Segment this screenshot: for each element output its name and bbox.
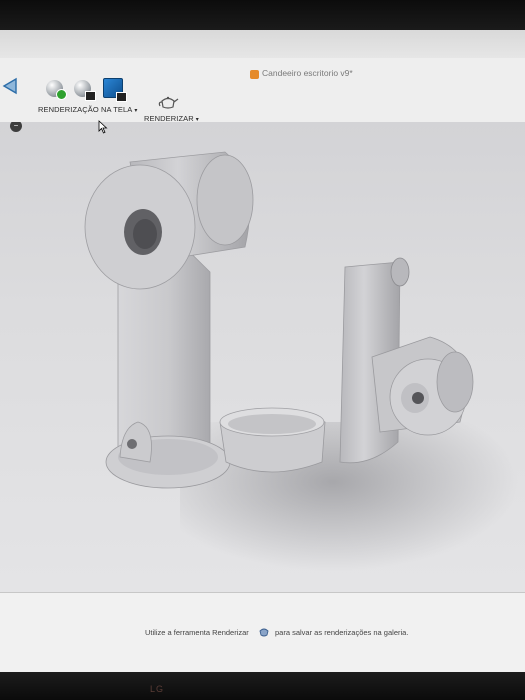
play-badge-icon [56, 89, 67, 100]
document-title: Candeeiro escritorio v9* [262, 68, 353, 78]
monitor-brand-logo: LG [150, 684, 165, 694]
in-canvas-render-menu[interactable]: RENDERIZAÇÃO NA TELA ▾ [38, 105, 138, 114]
lamp-model [84, 151, 474, 489]
capture-image-button[interactable] [103, 78, 127, 102]
render-hint-after: para salvar as renderizações na galeria. [275, 628, 409, 637]
canvas-viewport[interactable]: − [0, 122, 525, 592]
monitor-bezel-bottom: LG [0, 672, 525, 700]
render-hint-before: Utilize a ferramenta Renderizar [145, 628, 249, 637]
teapot-icon [259, 628, 269, 637]
save-badge-icon [116, 92, 127, 102]
document-icon [250, 70, 259, 79]
render-hint: Utilize a ferramenta Renderizar [145, 628, 249, 637]
title-bar [0, 30, 525, 58]
workspace-icon[interactable] [2, 76, 20, 98]
render-toolbar: RENDERIZAÇÃO NA TELA ▾ RENDERIZAR ▾ Candee… [0, 58, 525, 123]
in-canvas-render-label: RENDERIZAÇÃO NA TELA [38, 105, 133, 114]
settings-badge-icon [85, 91, 96, 101]
teapot-icon[interactable] [157, 94, 179, 110]
chevron-down-icon: ▾ [134, 108, 138, 114]
mouse-cursor-icon [98, 120, 108, 134]
in-canvas-render-settings-button[interactable] [74, 80, 96, 101]
render-hint-rest: para salvar as renderizações na galeria. [275, 628, 408, 637]
in-canvas-render-start-button[interactable] [46, 80, 67, 100]
fusion-window: RENDERIZAÇÃO NA TELA ▾ RENDERIZAR ▾ Candee… [0, 30, 525, 675]
